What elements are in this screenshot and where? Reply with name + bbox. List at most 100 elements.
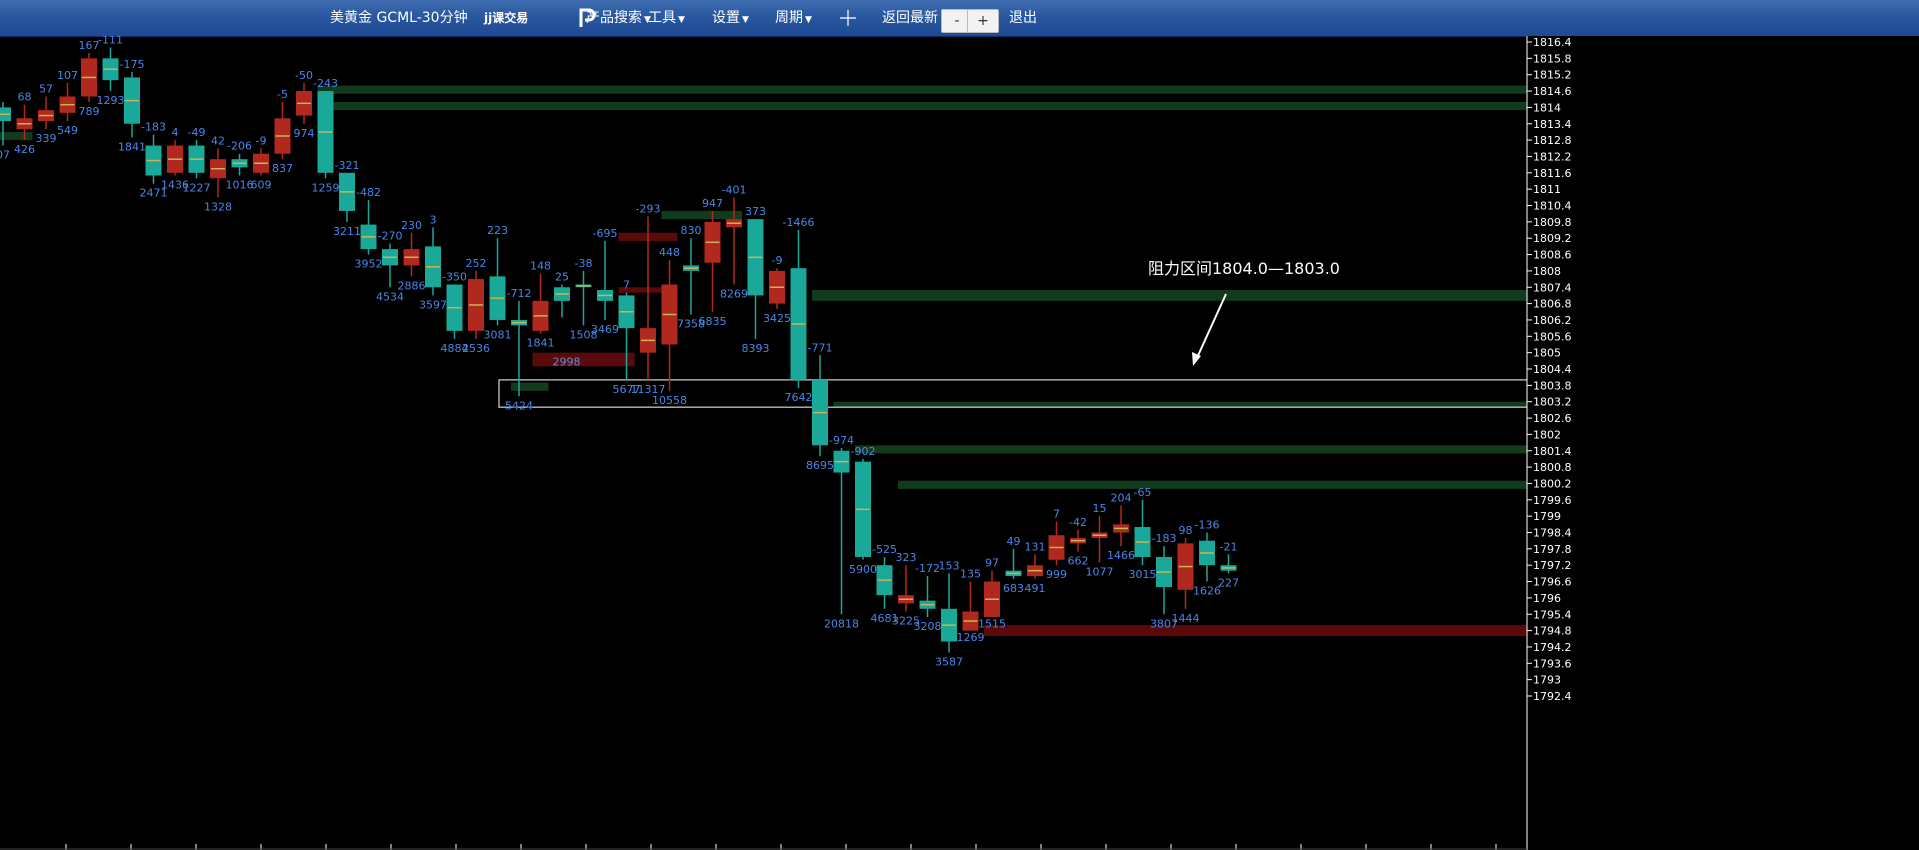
zone-band-green: [855, 445, 1527, 454]
candle-bottom-label: 837: [272, 162, 293, 175]
menu-settings[interactable]: 设置 ▼: [712, 0, 749, 36]
candle[interactable]: [446, 284, 463, 340]
axis-tick-label: 1813.4: [1533, 118, 1572, 131]
candle[interactable]: [81, 52, 97, 102]
candle[interactable]: [747, 219, 764, 340]
candle[interactable]: [1134, 499, 1151, 566]
candle-top-label: -50: [295, 69, 313, 82]
candle-top-label: -771: [808, 341, 833, 354]
candle[interactable]: [618, 292, 635, 380]
candle[interactable]: [1113, 505, 1129, 547]
candle[interactable]: [1220, 554, 1237, 574]
candle[interactable]: [231, 153, 248, 176]
candle[interactable]: [167, 140, 183, 176]
menu-tools[interactable]: 工具 ▼: [648, 0, 685, 36]
candle-top-label: 68: [18, 91, 32, 104]
candle[interactable]: [511, 300, 527, 397]
zone-band-green: [898, 480, 1527, 489]
axis-tick-label: 1796.6: [1533, 576, 1572, 589]
candle[interactable]: [941, 573, 957, 653]
candle-bottom-label: 426: [14, 143, 35, 156]
candle[interactable]: [489, 238, 506, 326]
candle[interactable]: [833, 448, 850, 615]
candle-bottom-label: 3015: [1129, 568, 1157, 581]
top-toolbar: 美黄金 GCML-30分钟 jj课交易 产品搜索 ▼ 工具 ▼ 设置 ▼ 周期 ▼ 返回…: [0, 0, 1919, 37]
candle-top-label: 25: [555, 271, 569, 284]
candle[interactable]: [274, 101, 291, 160]
candle-top-label: -401: [722, 183, 747, 196]
candle-top-label: 42: [211, 134, 225, 147]
zone-label: 2998: [553, 355, 581, 368]
zone-band-green: [317, 85, 1527, 94]
candle[interactable]: [661, 260, 678, 391]
candle[interactable]: [317, 91, 334, 179]
candle[interactable]: [812, 355, 828, 457]
candle[interactable]: [554, 284, 570, 318]
candle-top-label: -902: [851, 445, 876, 458]
candle[interactable]: [1156, 546, 1172, 615]
crosshair-icon[interactable]: [840, 0, 856, 36]
candle[interactable]: [425, 227, 441, 296]
candle[interactable]: [188, 140, 205, 179]
candle[interactable]: [898, 565, 914, 612]
candle[interactable]: [124, 71, 140, 138]
candle-bottom-label: 549: [57, 124, 78, 137]
candle[interactable]: [1091, 516, 1108, 563]
candle-top-label: 107: [57, 69, 78, 82]
candle[interactable]: [468, 270, 484, 340]
candle[interactable]: [984, 570, 1000, 617]
labels-layer: 076842657339107549167789-1111293-1751841…: [0, 36, 1239, 668]
axis-tick-label: 1809.2: [1533, 232, 1572, 245]
candle[interactable]: [403, 232, 420, 277]
candle[interactable]: [704, 210, 721, 312]
candlestick-chart[interactable]: 2998 076842657339107549167789-1111293-17…: [0, 36, 1919, 850]
candle-top-label: -21: [1220, 540, 1238, 553]
candle[interactable]: [382, 243, 398, 288]
zone-band-red: [984, 625, 1527, 637]
candle[interactable]: [1027, 554, 1043, 579]
candle[interactable]: [1199, 532, 1215, 582]
candle[interactable]: [790, 230, 807, 389]
candle[interactable]: [575, 270, 592, 326]
candle[interactable]: [1048, 521, 1065, 566]
candle[interactable]: [769, 268, 785, 310]
candle[interactable]: [145, 134, 162, 184]
candle[interactable]: [360, 200, 377, 255]
return-latest-button[interactable]: 返回最新: [882, 0, 938, 36]
candle-top-label: 15: [1093, 502, 1107, 515]
candle[interactable]: [962, 581, 979, 631]
candle[interactable]: [726, 197, 742, 285]
candle[interactable]: [339, 172, 355, 222]
axis-tick-label: 1793.6: [1533, 657, 1572, 670]
candle[interactable]: [59, 82, 76, 122]
candle[interactable]: [876, 557, 893, 609]
candle[interactable]: [38, 96, 54, 130]
candle[interactable]: [1177, 537, 1194, 609]
candle[interactable]: [1005, 548, 1022, 579]
candle[interactable]: [1070, 529, 1086, 552]
candle-bottom-label: 10558: [652, 394, 687, 407]
candle[interactable]: [855, 458, 871, 560]
candle-top-label: 947: [702, 197, 723, 210]
axis-tick-label: 1799.6: [1533, 494, 1572, 507]
candle-top-label: -350: [442, 271, 467, 284]
menu-product-search[interactable]: 产品搜索 ▼: [586, 0, 651, 36]
candle-top-label: -42: [1069, 516, 1087, 529]
zoom-in-button[interactable]: +: [967, 9, 999, 33]
candle-bottom-label: 1328: [204, 200, 232, 213]
candle[interactable]: [532, 273, 549, 334]
candle[interactable]: [102, 47, 119, 92]
candle[interactable]: [919, 576, 936, 617]
candle[interactable]: [597, 240, 613, 320]
candle-bottom-label: 339: [36, 132, 57, 145]
menu-tools-label: 工具: [648, 10, 676, 26]
candle-bottom-label: 1016: [226, 179, 254, 192]
exit-button[interactable]: 退出: [1009, 0, 1037, 36]
candle[interactable]: [296, 82, 312, 124]
candle[interactable]: [210, 148, 226, 198]
candle-bottom-label: 07: [0, 149, 10, 162]
candle[interactable]: [683, 238, 699, 315]
candle-bottom-label: 227: [1218, 576, 1239, 589]
candle[interactable]: [253, 148, 269, 176]
menu-period[interactable]: 周期 ▼: [775, 0, 812, 36]
